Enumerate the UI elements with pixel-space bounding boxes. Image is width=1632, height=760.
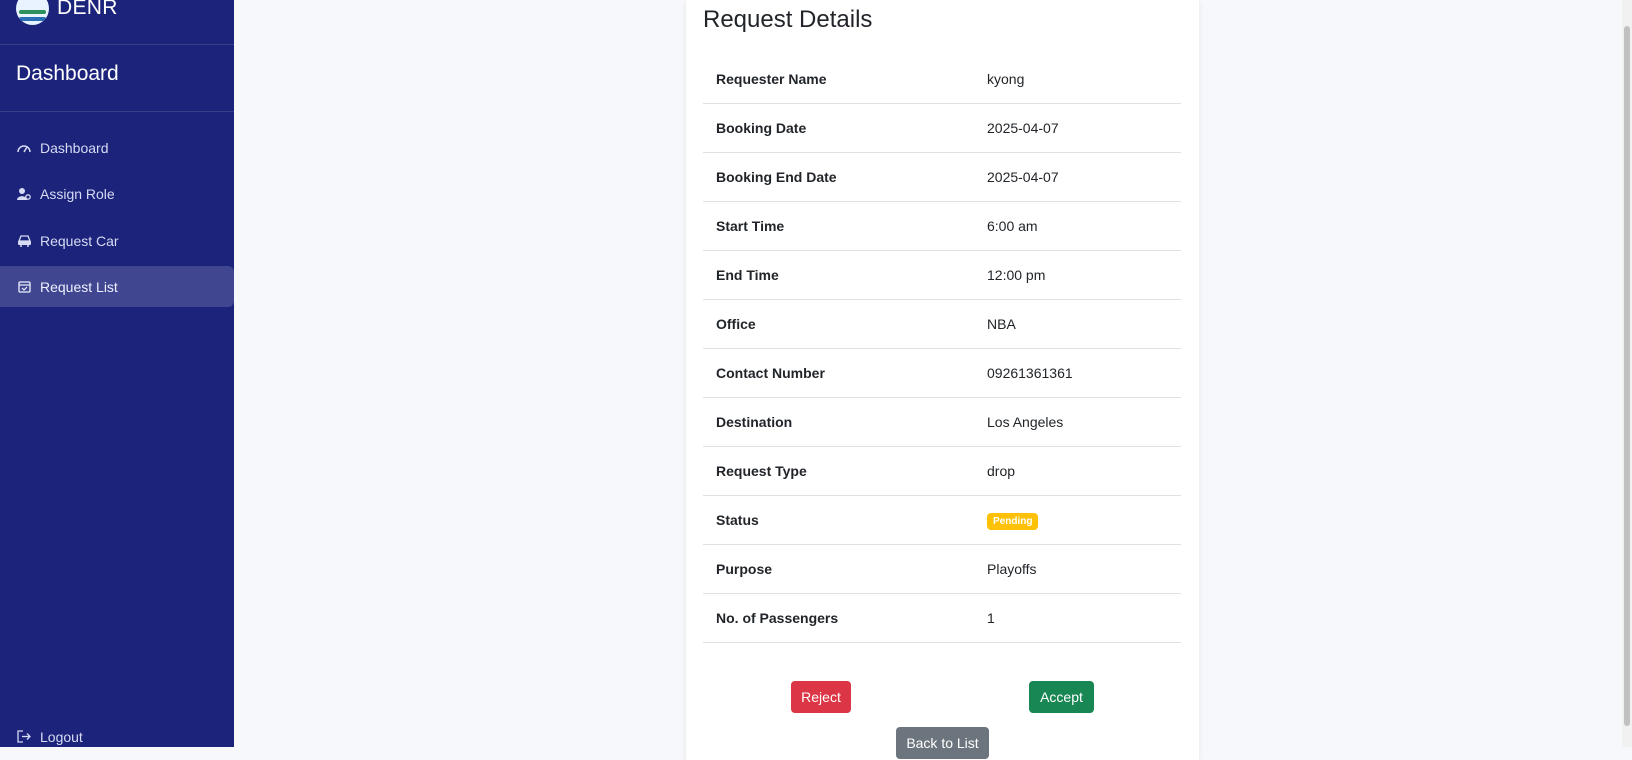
table-row: Office NBA	[703, 299, 1181, 349]
row-label: Requester Name	[703, 55, 974, 104]
table-row: Start Time 6:00 am	[703, 201, 1181, 251]
table-row: Purpose Playoffs	[703, 544, 1181, 594]
logout-label: Logout	[40, 728, 83, 745]
row-value: NBA	[974, 299, 1181, 349]
user-gear-icon	[16, 186, 32, 202]
details-table: Requester Name kyong Booking Date 2025-04-…	[703, 55, 1181, 643]
row-label: Office	[703, 299, 974, 349]
request-details-card: Request Details Requester Name kyong Book…	[686, 0, 1199, 760]
divider	[0, 44, 234, 45]
row-label: Booking Date	[703, 103, 974, 153]
row-value: 2025-04-07	[974, 103, 1181, 153]
row-label: Start Time	[703, 201, 974, 251]
row-label: No. of Passengers	[703, 593, 974, 643]
sidebar-item-label: Assign Role	[40, 185, 115, 202]
scrollbar-thumb[interactable]	[1624, 26, 1630, 726]
accept-button[interactable]: Accept	[1029, 681, 1094, 713]
denr-logo-icon	[16, 0, 49, 25]
row-value: Playoffs	[974, 544, 1181, 594]
table-row: Requester Name kyong	[703, 55, 1181, 104]
sidebar-item-dashboard[interactable]: Dashboard	[0, 127, 234, 168]
sidebar-title: Dashboard	[16, 62, 119, 85]
status-badge: Pending	[987, 512, 1039, 530]
row-value: 12:00 pm	[974, 250, 1181, 300]
row-value: Los Angeles	[974, 397, 1181, 447]
table-row: Contact Number 09261361361	[703, 348, 1181, 398]
gauge-icon	[16, 140, 32, 156]
reject-button[interactable]: Reject	[791, 681, 851, 713]
brand-name: DENR	[57, 0, 118, 19]
brand[interactable]: DENR	[16, 0, 118, 26]
calendar-check-icon	[16, 279, 32, 295]
table-row: No. of Passengers 1	[703, 593, 1181, 643]
row-label: Request Type	[703, 446, 974, 496]
sidebar-item-label: Request Car	[40, 232, 119, 249]
table-row: Destination Los Angeles	[703, 397, 1181, 447]
table-row: Request Type drop	[703, 446, 1181, 496]
row-value: 2025-04-07	[974, 152, 1181, 202]
row-label: Status	[703, 495, 974, 545]
sidebar-item-label: Dashboard	[40, 139, 109, 156]
sidebar-item-request-list[interactable]: Request List	[0, 266, 234, 307]
table-row: Status Pending	[703, 495, 1181, 545]
row-value: 6:00 am	[974, 201, 1181, 251]
table-row: End Time 12:00 pm	[703, 250, 1181, 300]
logout-button[interactable]: Logout	[0, 716, 234, 757]
row-label: Purpose	[703, 544, 974, 594]
sidebar-item-assign-role[interactable]: Assign Role	[0, 173, 234, 214]
row-value: Pending	[974, 495, 1181, 545]
table-row: Booking Date 2025-04-07	[703, 103, 1181, 153]
divider	[0, 111, 234, 112]
row-label: Contact Number	[703, 348, 974, 398]
table-row: Booking End Date 2025-04-07	[703, 152, 1181, 202]
row-value: drop	[974, 446, 1181, 496]
car-icon	[16, 233, 32, 249]
row-label: End Time	[703, 250, 974, 300]
back-to-list-button[interactable]: Back to List	[896, 727, 989, 759]
scrollbar[interactable]	[1622, 0, 1632, 747]
logout-icon	[16, 729, 32, 745]
row-value: kyong	[974, 55, 1181, 104]
sidebar-item-request-car[interactable]: Request Car	[0, 220, 234, 261]
row-label: Destination	[703, 397, 974, 447]
row-label: Booking End Date	[703, 152, 974, 202]
page-title: Request Details	[703, 6, 873, 33]
row-value: 09261361361	[974, 348, 1181, 398]
sidebar: DENR Dashboard Dashboard Assign Role Req…	[0, 0, 234, 747]
row-value: 1	[974, 593, 1181, 643]
sidebar-item-label: Request List	[40, 278, 118, 295]
